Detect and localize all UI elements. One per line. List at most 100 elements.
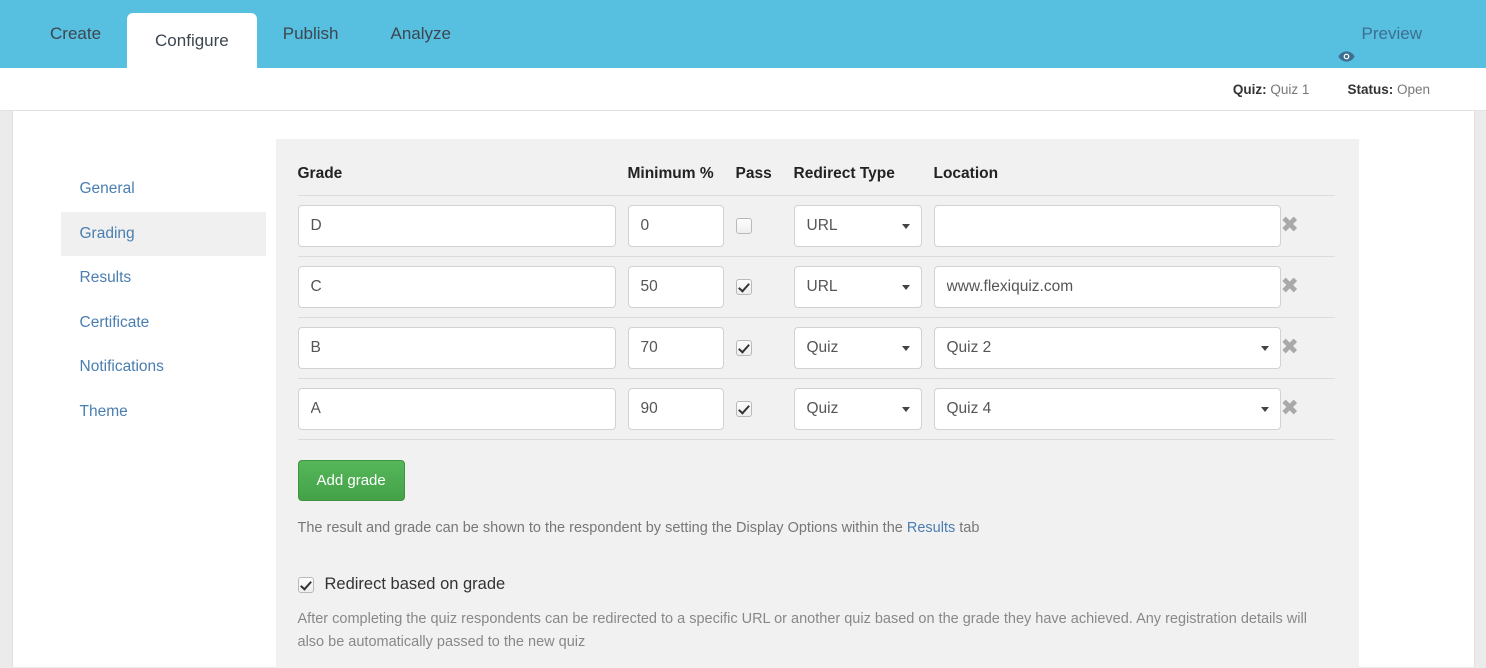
cell-pass — [735, 195, 794, 257]
minimum-percent-input[interactable] — [627, 388, 724, 430]
delete-row-icon[interactable]: ✖ — [1281, 276, 1299, 298]
column-header-location: Location — [933, 159, 1281, 196]
chevron-down-icon — [1260, 346, 1269, 351]
delete-row-icon[interactable]: ✖ — [1281, 215, 1299, 237]
pass-checkbox[interactable] — [735, 217, 752, 234]
redirect-type-select[interactable]: URL — [793, 266, 922, 308]
cell-location — [933, 256, 1281, 318]
chevron-down-icon — [901, 285, 910, 290]
preview-label: Preview — [1361, 24, 1422, 43]
column-header-grade: Grade — [297, 159, 628, 196]
help-text-before: The result and grade can be shown to the… — [297, 520, 907, 536]
pass-checkbox[interactable] — [735, 278, 752, 295]
sidebar-item-notifications[interactable]: Notifications — [61, 345, 266, 390]
grading-panel: Grade Minimum % Pass Redirect Type Locat… — [275, 139, 1359, 668]
sidebar-item-results[interactable]: Results — [61, 256, 266, 301]
cell-location: Quiz 2 — [933, 317, 1281, 379]
delete-row-icon[interactable]: ✖ — [1281, 337, 1299, 359]
help-text-after: tab — [955, 520, 980, 536]
quiz-name-group: Quiz: Quiz 1 — [1233, 82, 1310, 97]
redirect-type-select[interactable]: Quiz — [793, 327, 922, 369]
minimum-percent-input[interactable] — [627, 205, 724, 247]
status-bar: Quiz: Quiz 1 Status: Open — [0, 68, 1486, 111]
cell-location — [933, 195, 1281, 257]
minimum-percent-input[interactable] — [627, 327, 724, 369]
top-navigation-bar: Create Configure Publish Analyze Preview — [0, 0, 1486, 68]
location-input[interactable] — [933, 205, 1281, 247]
chevron-down-icon — [901, 346, 910, 351]
location-input[interactable] — [933, 266, 1281, 308]
redirect-type-value: URL — [806, 278, 838, 295]
cell-grade — [297, 378, 628, 440]
cell-grade — [297, 256, 628, 318]
cell-delete: ✖ — [1280, 256, 1335, 318]
cell-grade — [297, 317, 628, 379]
sidebar-item-certificate[interactable]: Certificate — [61, 301, 266, 346]
grades-table-body: URL ✖ URL ✖ Quiz Quiz 2 ✖ Quiz Quiz 4 ✖ — [297, 195, 1335, 440]
sidebar-item-grading[interactable]: Grading — [60, 211, 266, 257]
table-header-row: Grade Minimum % Pass Redirect Type Locat… — [297, 159, 1335, 196]
cell-minimum — [627, 195, 736, 257]
redirect-based-on-grade-label: Redirect based on grade — [324, 575, 506, 594]
main-tabs: Create Configure Publish Analyze — [24, 0, 477, 68]
cell-delete: ✖ — [1280, 317, 1335, 379]
cell-pass — [735, 378, 794, 440]
cell-redirect-type: Quiz — [793, 317, 934, 379]
column-header-delete — [1280, 159, 1335, 196]
redirect-type-value: Quiz — [806, 339, 839, 356]
delete-row-icon[interactable]: ✖ — [1281, 398, 1299, 420]
table-row: Quiz Quiz 4 ✖ — [297, 378, 1335, 440]
cell-redirect-type: URL — [793, 256, 934, 318]
redirect-type-select[interactable]: Quiz — [793, 388, 922, 430]
redirect-option-row: Redirect based on grade — [297, 575, 1335, 594]
table-row: URL ✖ — [297, 256, 1335, 318]
grades-table: Grade Minimum % Pass Redirect Type Locat… — [297, 159, 1335, 440]
redirect-type-value: Quiz — [806, 400, 839, 417]
page-content: General Grading Results Certificate Noti… — [11, 111, 1475, 668]
redirect-type-select[interactable]: URL — [793, 205, 922, 247]
cell-redirect-type: Quiz — [793, 378, 934, 440]
chevron-down-icon — [901, 407, 910, 412]
column-header-minimum: Minimum % — [627, 159, 736, 196]
location-value: Quiz 2 — [946, 339, 992, 356]
minimum-percent-input[interactable] — [627, 266, 724, 308]
pass-checkbox[interactable] — [735, 339, 752, 356]
location-value: Quiz 4 — [946, 400, 992, 417]
settings-sidebar: General Grading Results Certificate Noti… — [60, 139, 266, 667]
add-grade-button[interactable]: Add grade — [297, 460, 405, 501]
tab-configure[interactable]: Configure — [127, 13, 257, 68]
pass-checkbox[interactable] — [735, 400, 752, 417]
cell-location: Quiz 4 — [933, 378, 1281, 440]
redirect-description: After completing the quiz respondents ca… — [297, 611, 1307, 650]
sidebar-item-general[interactable]: General — [61, 167, 266, 212]
tab-publish[interactable]: Publish — [257, 0, 365, 68]
cell-pass — [735, 317, 794, 379]
grade-input[interactable] — [297, 205, 616, 247]
column-header-pass: Pass — [735, 159, 794, 196]
cell-delete: ✖ — [1280, 195, 1335, 257]
redirect-based-on-grade-checkbox[interactable] — [297, 576, 314, 593]
cell-minimum — [627, 256, 736, 318]
preview-button[interactable]: Preview — [1337, 0, 1422, 68]
sidebar-item-theme[interactable]: Theme — [61, 390, 266, 435]
table-row: Quiz Quiz 2 ✖ — [297, 317, 1335, 379]
redirect-type-value: URL — [806, 217, 838, 234]
grade-input[interactable] — [297, 388, 616, 430]
chevron-down-icon — [1260, 407, 1269, 412]
location-select[interactable]: Quiz 4 — [933, 388, 1281, 430]
tab-analyze[interactable]: Analyze — [365, 0, 477, 68]
cell-pass — [735, 256, 794, 318]
eye-icon — [1337, 26, 1355, 62]
results-tab-link[interactable]: Results — [907, 520, 955, 536]
quiz-value: Quiz 1 — [1270, 81, 1310, 97]
grade-input[interactable] — [297, 327, 616, 369]
quiz-label: Quiz: — [1232, 81, 1267, 97]
cell-redirect-type: URL — [793, 195, 934, 257]
grade-input[interactable] — [297, 266, 616, 308]
status-label: Status: — [1347, 81, 1394, 97]
cell-delete: ✖ — [1280, 378, 1335, 440]
tab-create[interactable]: Create — [24, 0, 127, 68]
cell-minimum — [627, 317, 736, 379]
location-select[interactable]: Quiz 2 — [933, 327, 1281, 369]
cell-minimum — [627, 378, 736, 440]
